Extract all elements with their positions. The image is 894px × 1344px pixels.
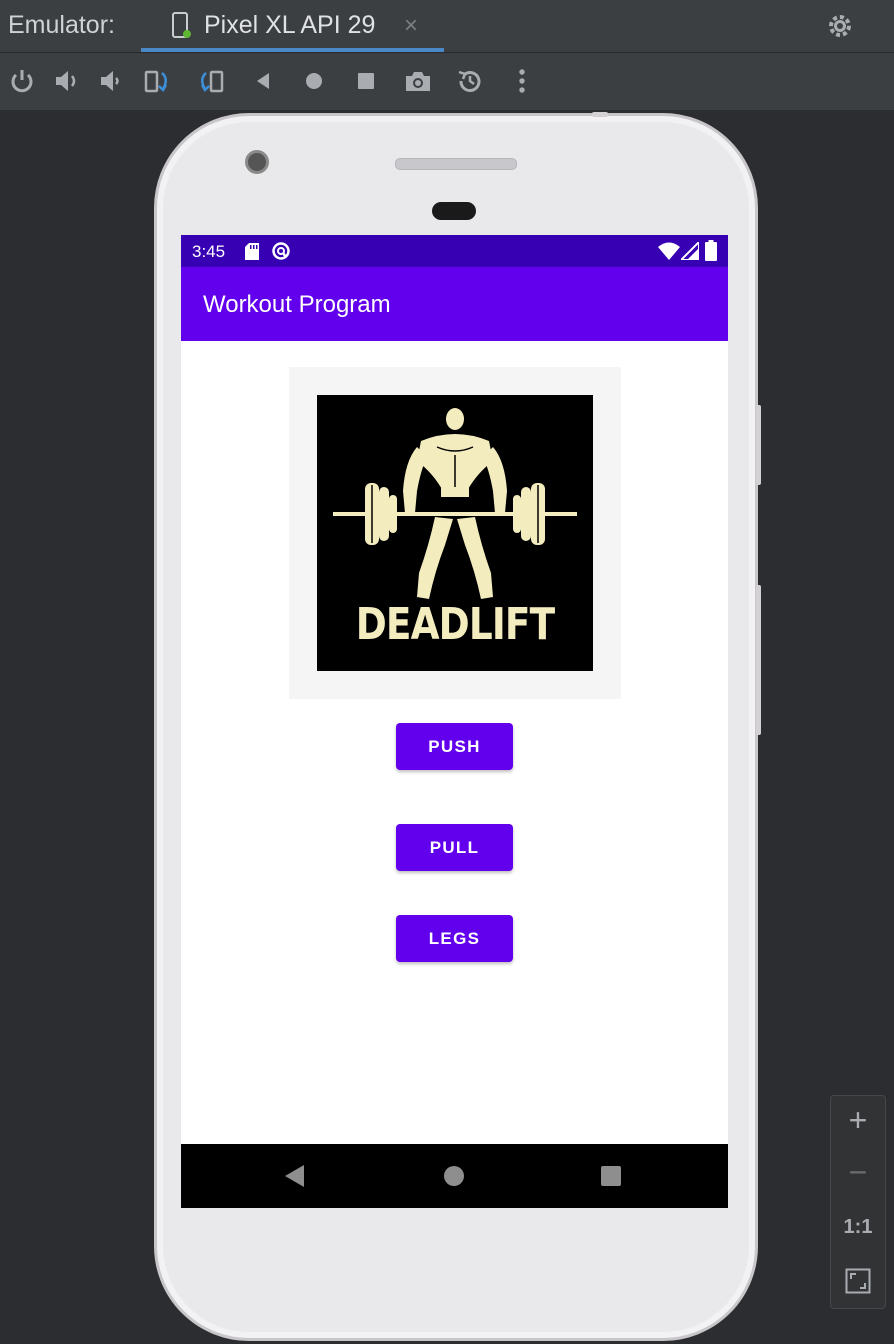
legs-button[interactable]: LEGS [396,915,513,962]
power-icon[interactable] [8,67,36,95]
device-icon [172,12,191,38]
top-edge-button [592,112,608,117]
navigation-bar [181,1144,728,1208]
zoom-in-button[interactable]: + [831,1102,885,1139]
power-side-button [756,405,761,485]
gear-icon[interactable] [826,12,854,40]
home-icon[interactable] [300,67,328,95]
rotate-left-icon[interactable] [144,67,172,95]
device-tab[interactable]: Pixel XL API 29 × [141,0,444,52]
poster-caption: DEADLIFT [355,599,555,650]
workout-image-frame: DEADLIFT [289,367,621,699]
actual-size-button[interactable]: 1:1 [831,1216,885,1239]
deadlift-image: DEADLIFT [317,395,593,671]
active-tab-indicator [141,48,444,52]
emulator-title: Emulator: [8,11,115,39]
app-bar: Workout Program [181,267,728,341]
emulator-tab-bar: Emulator: Pixel XL API 29 × [0,0,894,53]
screenshot-icon[interactable] [404,67,432,95]
zoom-panel: + − 1:1 [830,1095,886,1309]
push-button[interactable]: PUSH [396,723,513,770]
data-saver-icon [272,242,290,260]
pull-button[interactable]: PULL [396,824,513,871]
proximity-sensor [432,202,476,220]
rotate-right-icon[interactable] [196,67,224,95]
zoom-out-button[interactable]: − [831,1154,885,1191]
front-camera [245,150,269,174]
cell-signal-icon [681,242,699,260]
snapshot-icon[interactable] [456,67,484,95]
emulator-toolbar [0,53,894,110]
device-tab-label: Pixel XL API 29 [204,11,376,39]
status-bar: 3:45 [181,235,728,267]
fit-screen-icon[interactable] [845,1268,871,1294]
nav-home-icon[interactable] [444,1166,464,1186]
more-icon[interactable] [508,67,536,95]
battery-icon [705,240,717,261]
status-time: 3:45 [192,242,226,261]
earpiece-speaker [395,158,517,170]
volume-down-icon[interactable] [98,67,126,95]
volume-side-button [756,585,761,735]
close-tab-icon[interactable]: × [404,12,418,40]
device-screen: 3:45 Workout Program DEADLIFT PUSH PULL … [181,235,728,1208]
nav-back-icon[interactable] [285,1165,305,1187]
nav-overview-icon[interactable] [601,1166,621,1186]
back-icon[interactable] [249,67,277,95]
app-title: Workout Program [203,291,391,318]
overview-icon[interactable] [352,67,380,95]
sd-card-icon [245,243,259,260]
volume-up-icon[interactable] [53,67,81,95]
wifi-icon [658,242,680,260]
